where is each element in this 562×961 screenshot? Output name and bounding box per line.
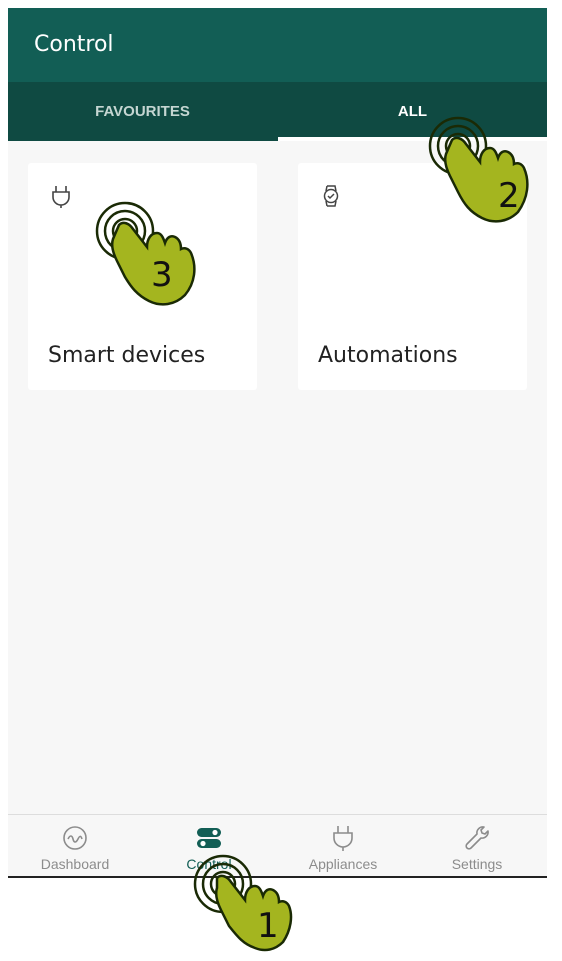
watch-icon <box>323 185 339 207</box>
dashboard-icon <box>63 826 87 850</box>
nav-item-dashboard[interactable]: Dashboard <box>8 815 142 877</box>
page-title: Control <box>34 32 114 57</box>
card-label-smart-devices: Smart devices <box>48 343 206 368</box>
pointing-hand-icon <box>428 116 529 223</box>
pointing-hand-icon <box>193 854 293 952</box>
annotation-number-1: 1 <box>257 906 279 946</box>
tab-favourites[interactable]: FAVOURITES <box>8 82 277 141</box>
card-label-automations: Automations <box>318 343 458 368</box>
nav-item-settings[interactable]: Settings <box>410 815 544 877</box>
wrench-icon <box>465 826 489 850</box>
plug-icon <box>52 186 70 208</box>
tap-annotation-1: 1 <box>183 846 313 956</box>
nav-label-dashboard: Dashboard <box>40 856 110 872</box>
annotation-number-2: 2 <box>498 176 520 216</box>
tap-annotation-3: 3 <box>85 193 225 323</box>
app-bar: Control <box>8 8 547 82</box>
tap-annotation-2: 2 <box>418 108 558 248</box>
nav-label-settings: Settings <box>451 856 503 872</box>
plug-icon <box>333 826 353 851</box>
annotation-number-3: 3 <box>151 255 173 295</box>
